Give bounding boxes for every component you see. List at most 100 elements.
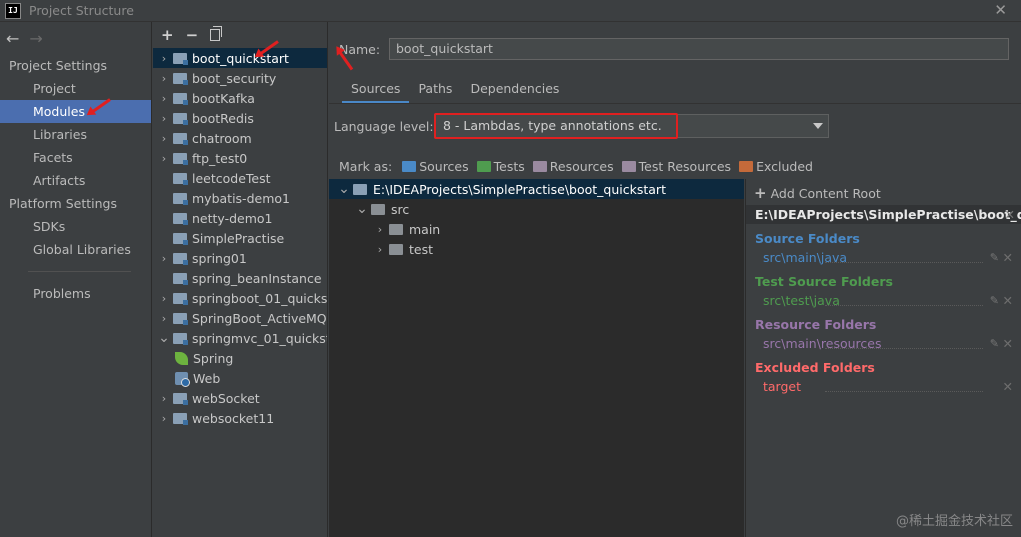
- tree-node[interactable]: › test: [329, 239, 744, 259]
- module-item[interactable]: › bootKafka: [153, 88, 327, 108]
- chevron-right-icon[interactable]: ›: [155, 132, 173, 145]
- chevron-right-icon[interactable]: ›: [155, 112, 173, 125]
- module-item[interactable]: ›SimplePractise: [153, 228, 327, 248]
- module-item[interactable]: ›mybatis-demo1: [153, 188, 327, 208]
- source-tree: ⌄ E:\IDEAProjects\SimplePractise\boot_qui…: [329, 179, 744, 537]
- nav-item-sdks[interactable]: SDKs: [0, 215, 151, 238]
- nav-item-artifacts[interactable]: Artifacts: [0, 169, 151, 192]
- module-folder-icon: [173, 72, 188, 85]
- mark-as-resources-button[interactable]: Resources: [532, 159, 614, 174]
- module-folder-icon: [173, 272, 188, 285]
- chevron-right-icon[interactable]: ›: [155, 152, 173, 165]
- nav-item-project[interactable]: Project: [0, 77, 151, 100]
- remove-folder-icon[interactable]: ✕: [1003, 334, 1013, 353]
- chevron-down-icon[interactable]: ⌄: [335, 181, 353, 197]
- module-item[interactable]: ⌄ springmvc_01_quicksta: [153, 328, 327, 348]
- tab-sources[interactable]: Sources: [342, 78, 410, 104]
- platform-settings-header: Platform Settings: [9, 196, 117, 211]
- tab-paths[interactable]: Paths: [409, 78, 461, 104]
- tree-node-label: main: [409, 221, 441, 237]
- mark-as-label: Mark as:: [339, 158, 393, 174]
- copy-module-icon[interactable]: [210, 26, 223, 41]
- add-content-root-label: Add Content Root: [770, 186, 881, 201]
- chevron-right-icon[interactable]: ›: [155, 312, 173, 325]
- module-folder-icon: [173, 92, 188, 105]
- mark-as-sources-button[interactable]: Sources: [402, 159, 469, 174]
- add-content-root-button[interactable]: + Add Content Root: [746, 179, 1021, 205]
- mark-as-test-resources-button[interactable]: Test Resources: [621, 159, 731, 174]
- edit-pencil-icon[interactable]: ✎: [990, 291, 999, 310]
- remove-folder-icon[interactable]: ✕: [1003, 291, 1013, 310]
- module-item[interactable]: › webSocket: [153, 388, 327, 408]
- name-row: Name: boot_quickstart: [329, 38, 1021, 60]
- tab-dependencies[interactable]: Dependencies: [461, 78, 568, 104]
- nav-item-facets[interactable]: Facets: [0, 146, 151, 169]
- edit-pencil-icon[interactable]: ✎: [990, 334, 999, 353]
- tree-node[interactable]: ⌄ src: [329, 199, 744, 219]
- remove-module-button[interactable]: −: [186, 26, 199, 44]
- back-arrow-icon[interactable]: ←: [6, 29, 19, 48]
- tree-node[interactable]: › main: [329, 219, 744, 239]
- nav-item-global-libraries[interactable]: Global Libraries: [0, 238, 151, 261]
- module-item-label: bootKafka: [192, 90, 255, 106]
- content-root-path-text: E:\IDEAProjects\SimplePractise\boot_qu: [755, 207, 1021, 222]
- chevron-right-icon[interactable]: ›: [371, 243, 389, 256]
- module-item[interactable]: › boot_security: [153, 68, 327, 88]
- remove-folder-icon[interactable]: ✕: [1003, 377, 1013, 396]
- module-item[interactable]: › spring01: [153, 248, 327, 268]
- remove-root-icon[interactable]: ✕: [1005, 205, 1015, 224]
- folder-group-title: Test Source Folders: [755, 274, 893, 289]
- module-item[interactable]: ›netty-demo1: [153, 208, 327, 228]
- folder-icon: [389, 223, 403, 235]
- forward-arrow-icon[interactable]: →: [29, 29, 42, 48]
- mark-as-tests-button[interactable]: Tests: [476, 159, 525, 174]
- window-title: Project Structure: [29, 3, 134, 18]
- module-item-label: SpringBoot_ActiveMQ: [192, 310, 327, 326]
- module-folder-icon: [173, 412, 188, 425]
- module-item[interactable]: ›leetcodeTest: [153, 168, 327, 188]
- edit-pencil-icon[interactable]: ✎: [990, 248, 999, 267]
- module-item[interactable]: › chatroom: [153, 128, 327, 148]
- chevron-right-icon[interactable]: ›: [155, 72, 173, 85]
- chevron-right-icon[interactable]: ›: [371, 223, 389, 236]
- nav-item-libraries[interactable]: Libraries: [0, 123, 151, 146]
- web-facet-icon: [175, 371, 190, 387]
- folder-group-title: Resource Folders: [755, 317, 877, 332]
- mark-as-excluded-button[interactable]: Excluded: [739, 159, 813, 174]
- module-item[interactable]: Spring: [153, 348, 327, 368]
- module-item[interactable]: › ftp_test0: [153, 148, 327, 168]
- annotation-highlight-box: [434, 113, 678, 139]
- chevron-down-icon[interactable]: ⌄: [155, 330, 173, 346]
- module-item[interactable]: Web: [153, 368, 327, 388]
- chevron-right-icon[interactable]: ›: [155, 92, 173, 105]
- folder-group-title: Excluded Folders: [755, 360, 875, 375]
- module-item-label: websocket11: [192, 410, 275, 426]
- module-item-label: webSocket: [192, 390, 260, 406]
- nav-item-modules[interactable]: Modules: [0, 100, 151, 123]
- chevron-right-icon[interactable]: ›: [155, 392, 173, 405]
- module-item[interactable]: › bootRedis: [153, 108, 327, 128]
- folder-path-row: src\main\resources ✎ ✕: [755, 334, 1013, 353]
- tree-node[interactable]: ⌄ E:\IDEAProjects\SimplePractise\boot_qui…: [329, 179, 744, 199]
- dotted-leader: [825, 305, 983, 306]
- settings-nav: ← → Project Settings Project Modules Lib…: [0, 22, 152, 537]
- chevron-down-icon[interactable]: ⌄: [353, 201, 371, 217]
- module-item[interactable]: › SpringBoot_ActiveMQ: [153, 308, 327, 328]
- module-name-input[interactable]: boot_quickstart: [389, 38, 1009, 60]
- close-icon[interactable]: ✕: [994, 1, 1007, 19]
- folder-icon: [371, 203, 385, 215]
- module-item[interactable]: › websocket11: [153, 408, 327, 428]
- remove-folder-icon[interactable]: ✕: [1003, 248, 1013, 267]
- dropdown-arrow-icon: [813, 123, 823, 129]
- chevron-right-icon[interactable]: ›: [155, 412, 173, 425]
- chevron-right-icon[interactable]: ›: [155, 292, 173, 305]
- module-item[interactable]: › springboot_01_quickst: [153, 288, 327, 308]
- folder-path-row: target ✕: [755, 377, 1013, 396]
- folder-groups: Source Folders src\main\java ✎ ✕ Test Source…: [746, 230, 1021, 396]
- add-module-button[interactable]: +: [161, 26, 174, 44]
- nav-item-problems[interactable]: Problems: [0, 282, 151, 305]
- module-item[interactable]: › boot_quickstart: [153, 48, 327, 68]
- chevron-right-icon[interactable]: ›: [155, 252, 173, 265]
- module-item[interactable]: ›spring_beanInstance: [153, 268, 327, 288]
- chevron-right-icon[interactable]: ›: [155, 52, 173, 65]
